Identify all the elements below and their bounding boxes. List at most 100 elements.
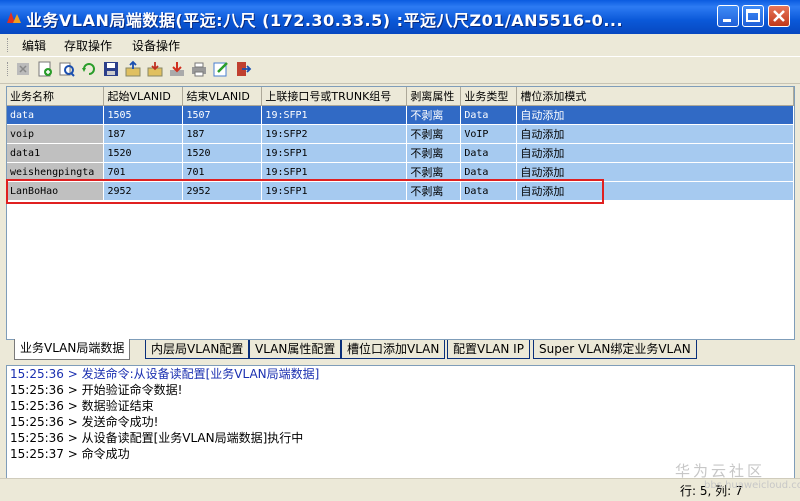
menu-edit[interactable]: 编辑 [22, 37, 46, 54]
log-line: 15:25:36 > 从设备读配置[业务VLAN局端数据]执行中 [10, 431, 304, 445]
status-bar: 行: 5, 列: 7 [0, 478, 800, 501]
cell-slot-add-mode[interactable]: 自动添加 [516, 124, 794, 144]
cell-service-name[interactable]: data1 [7, 143, 105, 163]
cell-start-vlanid[interactable]: 1505 [103, 105, 184, 125]
cell-uplink-port[interactable]: 19:SFP2 [261, 124, 408, 144]
cell-service-name[interactable]: LanBoHao [7, 181, 105, 201]
download-button[interactable] [168, 60, 186, 78]
refresh-button[interactable] [80, 60, 98, 78]
cell-strip-attr[interactable]: 不剥离 [406, 124, 462, 144]
log-line: 15:25:36 > 数据验证结束 [10, 399, 154, 413]
cell-uplink-port[interactable]: 19:SFP1 [261, 143, 408, 163]
maximize-button[interactable] [742, 5, 764, 27]
exit-button[interactable] [234, 60, 252, 78]
cell-service-type[interactable]: VoIP [460, 124, 518, 144]
log-line: 15:25:36 > 开始验证命令数据! [10, 383, 183, 397]
menu-storage-ops[interactable]: 存取操作 [64, 37, 112, 54]
table-row[interactable]: data1 1520 1520 19:SFP1 不剥离 Data 自动添加 [7, 143, 794, 163]
menu-grip [7, 38, 11, 52]
print-icon [192, 62, 206, 77]
cell-end-vlanid[interactable]: 1520 [182, 143, 263, 163]
download-icon [170, 62, 184, 76]
cell-end-vlanid[interactable]: 2952 [182, 181, 263, 201]
app-icon [7, 12, 21, 23]
add-button[interactable] [36, 60, 54, 78]
cell-uplink-port[interactable]: 19:SFP1 [261, 162, 408, 182]
cell-slot-add-mode[interactable]: 自动添加 [516, 105, 794, 125]
log-line: 15:25:36 > 发送命令成功! [10, 415, 159, 429]
title-bar[interactable]: 业务VLAN局端数据(平远:八尺 (172.30.33.5) :平远八尺Z01/… [0, 0, 800, 34]
cell-end-vlanid[interactable]: 187 [182, 124, 263, 144]
column-header-start-vlanid[interactable]: 起始VLANID [103, 87, 184, 106]
column-header-uplink-port[interactable]: 上联接口号或TRUNK组号 [261, 87, 408, 106]
cell-start-vlanid[interactable]: 187 [103, 124, 184, 144]
delete-icon [17, 63, 29, 75]
cell-strip-attr[interactable]: 不剥离 [406, 162, 462, 182]
tab-super-vlan-bind[interactable]: Super VLAN绑定业务VLAN [533, 340, 697, 359]
toolbar-grip [7, 62, 11, 76]
cell-service-type[interactable]: Data [460, 143, 518, 163]
cell-strip-attr[interactable]: 不剥离 [406, 105, 462, 125]
watermark-url: bbs.huaweicloud.com [704, 480, 800, 491]
refresh-icon [82, 63, 95, 75]
print-button[interactable] [190, 60, 208, 78]
cell-start-vlanid[interactable]: 2952 [103, 181, 184, 201]
tab-inner-vlan-config[interactable]: 内层局VLAN配置 [145, 340, 250, 359]
edit-button[interactable] [212, 60, 230, 78]
table-header-row: 业务名称 起始VLANID 结束VLANID 上联接口号或TRUNK组号 剥离属… [7, 87, 794, 106]
cell-service-name[interactable]: data [7, 105, 105, 125]
cell-slot-add-mode[interactable]: 自动添加 [516, 181, 794, 201]
menu-bar: 编辑 存取操作 设备操作 [0, 34, 800, 57]
table-row[interactable]: weishengpingta 701 701 19:SFP1 不剥离 Data … [7, 162, 794, 182]
column-header-end-vlanid[interactable]: 结束VLANID [182, 87, 263, 106]
tab-slot-add-vlan[interactable]: 槽位口添加VLAN [341, 340, 446, 359]
query-button[interactable] [58, 60, 76, 78]
column-header-strip-attr[interactable]: 剥离属性 [406, 87, 462, 106]
tab-config-vlan-ip[interactable]: 配置VLAN IP [447, 340, 530, 359]
cell-end-vlanid[interactable]: 701 [182, 162, 263, 182]
toolbar [0, 57, 800, 84]
window-title: 业务VLAN局端数据(平远:八尺 (172.30.33.5) :平远八尺Z01/… [26, 11, 624, 30]
column-header-service-type[interactable]: 业务类型 [460, 87, 518, 106]
cell-service-name[interactable]: voip [7, 124, 105, 144]
table-row[interactable]: LanBoHao 2952 2952 19:SFP1 不剥离 Data 自动添加 [7, 181, 794, 201]
save-button[interactable] [102, 60, 120, 78]
cell-strip-attr[interactable]: 不剥离 [406, 181, 462, 201]
vlan-data-grid[interactable]: 业务名称 起始VLANID 结束VLANID 上联接口号或TRUNK组号 剥离属… [6, 86, 795, 340]
cell-service-name[interactable]: weishengpingta [7, 162, 105, 182]
column-header-service-name[interactable]: 业务名称 [7, 87, 105, 106]
query-icon [59, 62, 75, 77]
watermark: 华为云社区 [675, 462, 766, 480]
menu-device-ops[interactable]: 设备操作 [132, 37, 180, 54]
cell-uplink-port[interactable]: 19:SFP1 [261, 181, 408, 201]
tab-service-vlan-data[interactable]: 业务VLAN局端数据 [14, 339, 131, 360]
cell-service-type[interactable]: Data [460, 162, 518, 182]
save-icon [104, 62, 118, 76]
export-button[interactable] [124, 60, 142, 78]
cell-slot-add-mode[interactable]: 自动添加 [516, 162, 794, 182]
cell-slot-add-mode[interactable]: 自动添加 [516, 143, 794, 163]
close-icon [773, 10, 785, 22]
minimize-button[interactable] [717, 5, 739, 27]
column-header-slot-add-mode[interactable]: 槽位添加模式 [516, 87, 794, 106]
cell-end-vlanid[interactable]: 1507 [182, 105, 263, 125]
cell-service-type[interactable]: Data [460, 181, 518, 201]
cell-start-vlanid[interactable]: 701 [103, 162, 184, 182]
log-line: 15:25:36 > 发送命令:从设备读配置[业务VLAN局端数据] [10, 367, 320, 381]
cell-strip-attr[interactable]: 不剥离 [406, 143, 462, 163]
cell-service-type[interactable]: Data [460, 105, 518, 125]
vlan-table: 业务名称 起始VLANID 结束VLANID 上联接口号或TRUNK组号 剥离属… [7, 87, 794, 201]
table-row[interactable]: voip 187 187 19:SFP2 不剥离 VoIP 自动添加 [7, 124, 794, 144]
close-button[interactable] [768, 5, 790, 27]
import-icon [147, 62, 163, 77]
add-icon [38, 61, 52, 77]
cell-uplink-port[interactable]: 19:SFP1 [261, 105, 408, 125]
maximize-icon [746, 9, 760, 22]
exit-icon [237, 62, 252, 76]
delete-button[interactable] [14, 60, 32, 78]
tab-vlan-attr-config[interactable]: VLAN属性配置 [249, 340, 342, 359]
import-button[interactable] [146, 60, 164, 78]
table-row[interactable]: data 1505 1507 19:SFP1 不剥离 Data 自动添加 [7, 105, 794, 125]
tab-strip: 业务VLAN局端数据 内层局VLAN配置 VLAN属性配置 槽位口添加VLAN … [0, 339, 800, 361]
cell-start-vlanid[interactable]: 1520 [103, 143, 184, 163]
